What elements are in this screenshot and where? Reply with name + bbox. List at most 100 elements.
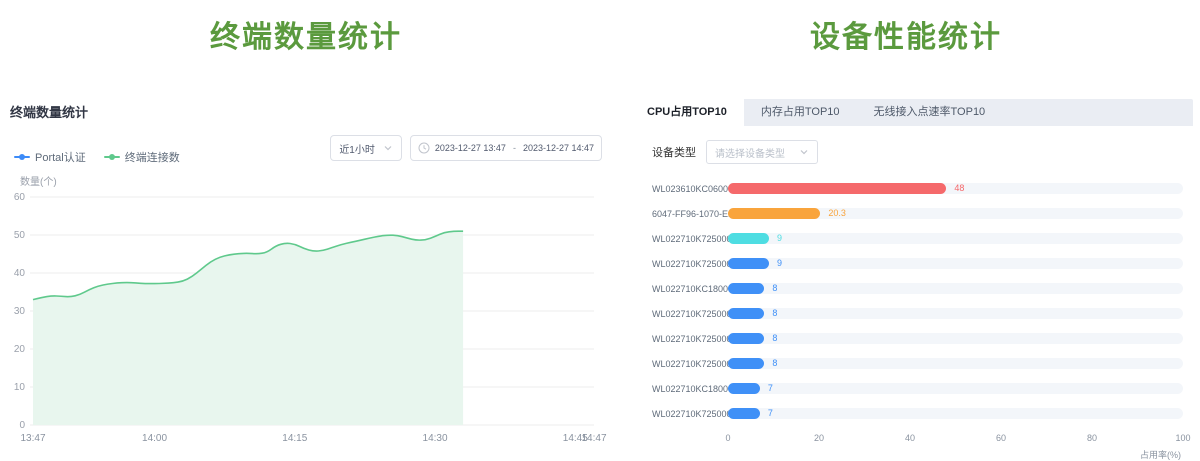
legend-item-1[interactable]: 终端连接数 bbox=[104, 149, 180, 165]
bar-category-label: WL023610KC06000043 bbox=[652, 184, 720, 194]
bar-row: 6047-FF96-1070-EF0A 20.3 bbox=[652, 208, 1183, 219]
legend-item-0[interactable]: Portal认证 bbox=[14, 149, 86, 165]
bar-value-label: 8 bbox=[772, 308, 777, 319]
bar-value-label: 48 bbox=[954, 183, 964, 194]
bar[interactable] bbox=[728, 333, 764, 344]
y-axis-label: 数量(个) bbox=[20, 175, 57, 188]
bar-chart[interactable]: WL023610KC06000043 48 6047-FF96-1070-EF0A 2… bbox=[652, 183, 1183, 461]
bar[interactable] bbox=[728, 383, 760, 394]
chevron-down-icon bbox=[383, 143, 393, 153]
y-tick-label: 40 bbox=[14, 268, 26, 279]
bar-value-label: 7 bbox=[768, 408, 773, 419]
bar-row: WL022710KC180003727 bbox=[652, 383, 1183, 394]
card-header: 终端数量统计 bbox=[0, 102, 612, 121]
time-range-select[interactable]: 近1小时 bbox=[330, 135, 402, 161]
bar-value-label: 8 bbox=[772, 283, 777, 294]
bar-track: 8 bbox=[728, 308, 1183, 319]
x-tick-label: 100 bbox=[1175, 433, 1190, 443]
bar-row: WL023610KC06000043 48 bbox=[652, 183, 1183, 194]
x-axis-title: 占用率(%) bbox=[652, 448, 1183, 461]
bar-category-label: WL022710K725000470 bbox=[652, 409, 720, 419]
chart-legend: Portal认证 终端连接数 bbox=[14, 149, 180, 165]
right-section-title: 设备性能统计 bbox=[612, 12, 1200, 56]
bar-row: WL022710K725000369 8 bbox=[652, 358, 1183, 369]
left-section-title: 终端数量统计 bbox=[0, 12, 612, 56]
bar-row: WL022710K725000409 9 bbox=[652, 258, 1183, 269]
y-tick-label: 50 bbox=[14, 230, 26, 241]
line-chart-svg[interactable]: 数量(个)010203040506013:4714:0014:1514:3014… bbox=[0, 169, 608, 451]
legend-dot-icon bbox=[109, 154, 115, 160]
legend-label: Portal认证 bbox=[35, 149, 86, 165]
line-chart[interactable]: 数量(个)010203040506013:4714:0014:1514:3014… bbox=[0, 169, 612, 456]
bar[interactable] bbox=[728, 233, 769, 244]
x-tick-label: 14:00 bbox=[142, 433, 167, 444]
x-tick-label: 40 bbox=[905, 433, 915, 443]
tab-2[interactable]: 无线接入点速率TOP10 bbox=[857, 99, 1003, 126]
device-type-select[interactable]: 请选择设备类型 bbox=[706, 140, 818, 164]
bar-category-label: WL022710K725000409 bbox=[652, 259, 720, 269]
x-tick-label: 0 bbox=[725, 433, 730, 443]
tab-content: 设备类型 请选择设备类型 WL023610KC06000043 48 6047-FF… bbox=[630, 126, 1193, 461]
y-tick-label: 30 bbox=[14, 306, 26, 317]
date-range-start: 2023-12-27 13:47 bbox=[435, 143, 506, 153]
x-tick-label: 14:30 bbox=[423, 433, 448, 444]
bar-value-label: 9 bbox=[777, 233, 782, 244]
dashboard: 终端数量统计 终端数量统计 Portal认证 终端连接数 近1小时 2023-12… bbox=[0, 0, 1200, 456]
bar[interactable] bbox=[728, 308, 764, 319]
bar-row: WL022710K725000102 9 bbox=[652, 233, 1183, 244]
tab-0[interactable]: CPU占用TOP10 bbox=[630, 99, 744, 126]
legend-line-icon bbox=[104, 156, 120, 158]
bar-value-label: 9 bbox=[777, 258, 782, 269]
time-controls: 近1小时 2023-12-27 13:47 - 2023-12-27 14:47 bbox=[330, 135, 602, 161]
device-type-row: 设备类型 请选择设备类型 bbox=[652, 140, 1183, 164]
bar-category-label: WL022710K725000369 bbox=[652, 359, 720, 369]
y-tick-label: 0 bbox=[19, 420, 25, 431]
device-performance-card: CPU占用TOP10内存占用TOP10无线接入点速率TOP10 设备类型 请选择… bbox=[630, 99, 1193, 461]
time-range-value: 近1小时 bbox=[339, 141, 375, 156]
bar-row: WL022710KC18000280 8 bbox=[652, 283, 1183, 294]
y-tick-label: 10 bbox=[14, 382, 26, 393]
tab-1[interactable]: 内存占用TOP10 bbox=[744, 99, 857, 126]
y-tick-label: 60 bbox=[14, 192, 26, 203]
bar[interactable] bbox=[728, 283, 764, 294]
bar-value-label: 8 bbox=[772, 358, 777, 369]
bar-value-label: 8 bbox=[772, 333, 777, 344]
tab-strip: CPU占用TOP10内存占用TOP10无线接入点速率TOP10 bbox=[630, 99, 1193, 126]
bar[interactable] bbox=[728, 258, 769, 269]
bar-track: 9 bbox=[728, 258, 1183, 269]
x-tick-label: 14:15 bbox=[282, 433, 307, 444]
bar[interactable] bbox=[728, 358, 764, 369]
bar[interactable] bbox=[728, 183, 946, 194]
terminal-stats-section: 终端数量统计 终端数量统计 Portal认证 终端连接数 近1小时 2023-12… bbox=[0, 0, 612, 456]
bar-track: 8 bbox=[728, 333, 1183, 344]
clock-icon bbox=[418, 142, 430, 154]
device-type-placeholder: 请选择设备类型 bbox=[715, 145, 785, 160]
date-range-separator: - bbox=[513, 143, 516, 153]
terminal-stats-card: 终端数量统计 Portal认证 终端连接数 近1小时 2023-12-27 13:… bbox=[0, 102, 612, 456]
bar-category-label: 6047-FF96-1070-EF0A bbox=[652, 209, 720, 219]
bar[interactable] bbox=[728, 208, 820, 219]
date-range-picker[interactable]: 2023-12-27 13:47 - 2023-12-27 14:47 bbox=[410, 135, 602, 161]
bar-track: 20.3 bbox=[728, 208, 1183, 219]
bar-row: WL022710K7250003078 bbox=[652, 333, 1183, 344]
bar-track: 7 bbox=[728, 383, 1183, 394]
x-tick-label: 60 bbox=[996, 433, 1006, 443]
bar-track: 8 bbox=[728, 283, 1183, 294]
bar[interactable] bbox=[728, 408, 760, 419]
bar-row: WL022710K725000272 8 bbox=[652, 308, 1183, 319]
series-area bbox=[33, 231, 463, 425]
bar-category-label: WL022710KC18000280 bbox=[652, 284, 720, 294]
device-type-label: 设备类型 bbox=[652, 144, 696, 160]
bar-track: 8 bbox=[728, 358, 1183, 369]
chevron-down-icon bbox=[799, 147, 809, 157]
bar-category-label: WL022710K725000102 bbox=[652, 234, 720, 244]
bar-track: 9 bbox=[728, 233, 1183, 244]
x-tick-label: 80 bbox=[1087, 433, 1097, 443]
date-range-end: 2023-12-27 14:47 bbox=[523, 143, 594, 153]
bar-value-label: 7 bbox=[768, 383, 773, 394]
x-tick-label: 13:47 bbox=[20, 433, 45, 444]
bar-row: WL022710K725000470 7 bbox=[652, 408, 1183, 419]
bar-category-label: WL022710K725000272 bbox=[652, 309, 720, 319]
legend-label: 终端连接数 bbox=[125, 149, 180, 165]
bar-x-axis: 020406080100 bbox=[728, 433, 1183, 445]
